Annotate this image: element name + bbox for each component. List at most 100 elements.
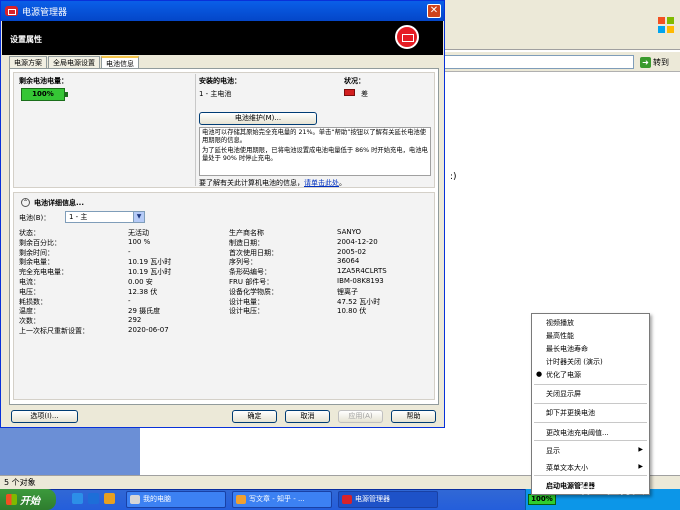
detail-label: 设备化学物质： xyxy=(229,287,278,296)
menu-item[interactable]: 显示 xyxy=(546,446,560,456)
menu-separator xyxy=(534,440,647,441)
detail-label: 剩余电量： xyxy=(19,258,54,267)
menu-item[interactable]: 最高性能 xyxy=(546,331,574,341)
detail-value: 无活动 xyxy=(128,229,149,237)
ie-icon[interactable] xyxy=(72,493,83,504)
detail-value: - xyxy=(128,296,131,305)
installed-value: 1 - 主电池 xyxy=(199,90,232,98)
menu-item[interactable]: 卸下并更换电池 xyxy=(546,408,595,418)
task-label: 写文章 - 知乎 - ... xyxy=(249,495,305,503)
window-title: 电源管理器 xyxy=(22,7,68,18)
detail-value: 10.19 瓦小时 xyxy=(128,258,172,267)
menu-item[interactable]: 优化了电源 xyxy=(546,370,581,380)
battery-poor-icon xyxy=(344,89,355,96)
taskbar-item-browser[interactable]: 写文章 - 知乎 - ... xyxy=(232,491,332,508)
detail-label: 设计电压： xyxy=(229,307,264,316)
detail-label: 制造日期： xyxy=(229,238,264,247)
battery-level-indicator: 100% xyxy=(21,88,68,101)
menu-item[interactable]: 视频播放 xyxy=(546,318,574,328)
power-manager-dialog: 电源管理器 ✕ 设置属性 电源方案 全局电源设置 电池信息 剩余电池电量： 10… xyxy=(0,0,445,428)
media-icon[interactable] xyxy=(104,493,115,504)
task-label: 我的电脑 xyxy=(143,495,171,503)
battery-info-text: 电池可以存储其原始完全充电量的 21%。单击“帮助”按钮以了解有关延长电池使用期… xyxy=(199,127,431,176)
detail-label: 状态： xyxy=(19,229,40,237)
learn-more-text: 要了解有关此计算机电池的信息，请单击此处。 xyxy=(199,178,346,188)
menu-item[interactable]: 更改电池充电阈值... xyxy=(546,428,609,438)
menu-item[interactable]: 最长电池寿命 xyxy=(546,344,588,354)
learn-more-suffix: 。 xyxy=(339,179,346,187)
apply-button[interactable]: 应用(A) xyxy=(338,410,383,423)
detail-value: 1ZA5R4CLRTS xyxy=(337,267,387,276)
learn-more-prefix: 要了解有关此计算机电池的信息， xyxy=(199,179,304,187)
submenu-arrow-icon: ▶ xyxy=(638,446,643,453)
detail-label: 温度： xyxy=(19,307,40,316)
detail-value: 36064 xyxy=(337,257,360,266)
detail-label: 完全充电电量： xyxy=(19,268,68,277)
detail-label: 剩余时间： xyxy=(19,248,54,257)
detail-label: 首次使用日期： xyxy=(229,248,278,257)
chevron-down-icon[interactable]: ▼ xyxy=(133,212,144,222)
learn-more-link[interactable]: 请单击此处 xyxy=(304,179,339,187)
address-bar: ➜ 转到 xyxy=(440,52,680,72)
windows-flag-icon xyxy=(6,494,17,505)
taskbar-item-my-computer[interactable]: 我的电脑 xyxy=(126,491,226,508)
windows-logo-icon xyxy=(657,16,675,34)
info-paragraph: 为了延长电池使用期限，已将电池设置成电池电量低于 86% 时开始充电，电池电量处… xyxy=(202,147,428,162)
collapse-icon[interactable]: ⌃ xyxy=(21,198,30,207)
remaining-label: 剩余电池电量： xyxy=(19,77,68,85)
task-label: 电源管理器 xyxy=(355,495,390,503)
tray-battery-indicator[interactable]: 100% xyxy=(528,494,556,505)
battery-context-menu: 视频播放 最高性能 最长电池寿命 计时器关闭 (演示) 优化了电源 ● 关闭显示屏 卸下并更换… xyxy=(531,313,650,495)
battery-select[interactable]: 1 - 主 ▼ xyxy=(65,211,145,223)
tab-global-settings[interactable]: 全局电源设置 xyxy=(48,56,100,68)
start-label: 开始 xyxy=(20,496,40,507)
status-label: 状况： xyxy=(344,77,365,85)
detail-label: 耗损数： xyxy=(19,297,47,306)
detail-value: 100 % xyxy=(128,237,151,246)
close-button[interactable]: ✕ xyxy=(427,4,441,18)
detail-value: 0.00 安 xyxy=(128,278,153,286)
detail-label: 剩余百分比： xyxy=(19,238,61,247)
taskbar-item-power-manager[interactable]: 电源管理器 xyxy=(338,491,438,508)
menu-item[interactable]: 计时器关闭 (演示) xyxy=(546,357,603,367)
watermark: 什么值得买 xyxy=(580,482,646,497)
ok-button[interactable]: 确定 xyxy=(232,410,277,423)
menu-item[interactable]: 关闭显示屏 xyxy=(546,389,581,399)
goto-button[interactable]: ➜ 转到 xyxy=(640,55,669,69)
cancel-button[interactable]: 取消 xyxy=(285,410,330,423)
detail-label: 序列号： xyxy=(229,258,257,267)
detail-value: 2004-12-20 xyxy=(337,237,378,246)
menu-item[interactable]: 菜单文本大小 xyxy=(546,463,588,473)
help-button[interactable]: 帮助 xyxy=(391,410,436,423)
info-paragraph: 电池可以存储其原始完全充电量的 21%。单击“帮助”按钮以了解有关延长电池使用期… xyxy=(202,129,427,144)
title-bar[interactable]: 电源管理器 ✕ xyxy=(1,1,444,21)
options-button[interactable]: 选项(I)... xyxy=(11,410,78,423)
desktop-icon[interactable] xyxy=(88,493,99,504)
menu-separator xyxy=(534,403,647,404)
installed-label: 安装的电池： xyxy=(199,77,241,85)
detail-value: 12.38 伏 xyxy=(128,287,158,296)
detail-value: 292 xyxy=(128,316,142,325)
settings-header: 设置属性 xyxy=(2,21,443,55)
status-value: 差 xyxy=(361,90,368,98)
detail-value: 2020-06-07 xyxy=(128,326,169,334)
detail-value: - xyxy=(128,247,131,256)
start-button[interactable]: 开始 xyxy=(0,489,56,510)
detail-value: IBM-08K8193 xyxy=(337,277,384,285)
detail-value: 29 摄氏度 xyxy=(128,307,161,316)
divider xyxy=(195,74,196,186)
background-text: :) xyxy=(450,172,457,182)
details-title: 电池详细信息... xyxy=(34,199,84,207)
battery-logo-icon xyxy=(395,25,419,49)
menu-separator xyxy=(534,384,647,385)
detail-value: SANYO xyxy=(337,228,362,236)
detail-label: 生产商名称 xyxy=(229,229,264,237)
address-input[interactable] xyxy=(444,55,634,69)
tab-power-schemes[interactable]: 电源方案 xyxy=(9,56,47,68)
detail-label: 设计电量： xyxy=(229,297,264,306)
detail-label: 电压： xyxy=(19,287,40,296)
detail-label: 条形码编号： xyxy=(229,268,271,277)
battery-maintenance-button[interactable]: 电池维护(M)... xyxy=(199,112,317,125)
computer-icon xyxy=(130,495,140,504)
go-arrow-icon: ➜ xyxy=(640,56,651,68)
